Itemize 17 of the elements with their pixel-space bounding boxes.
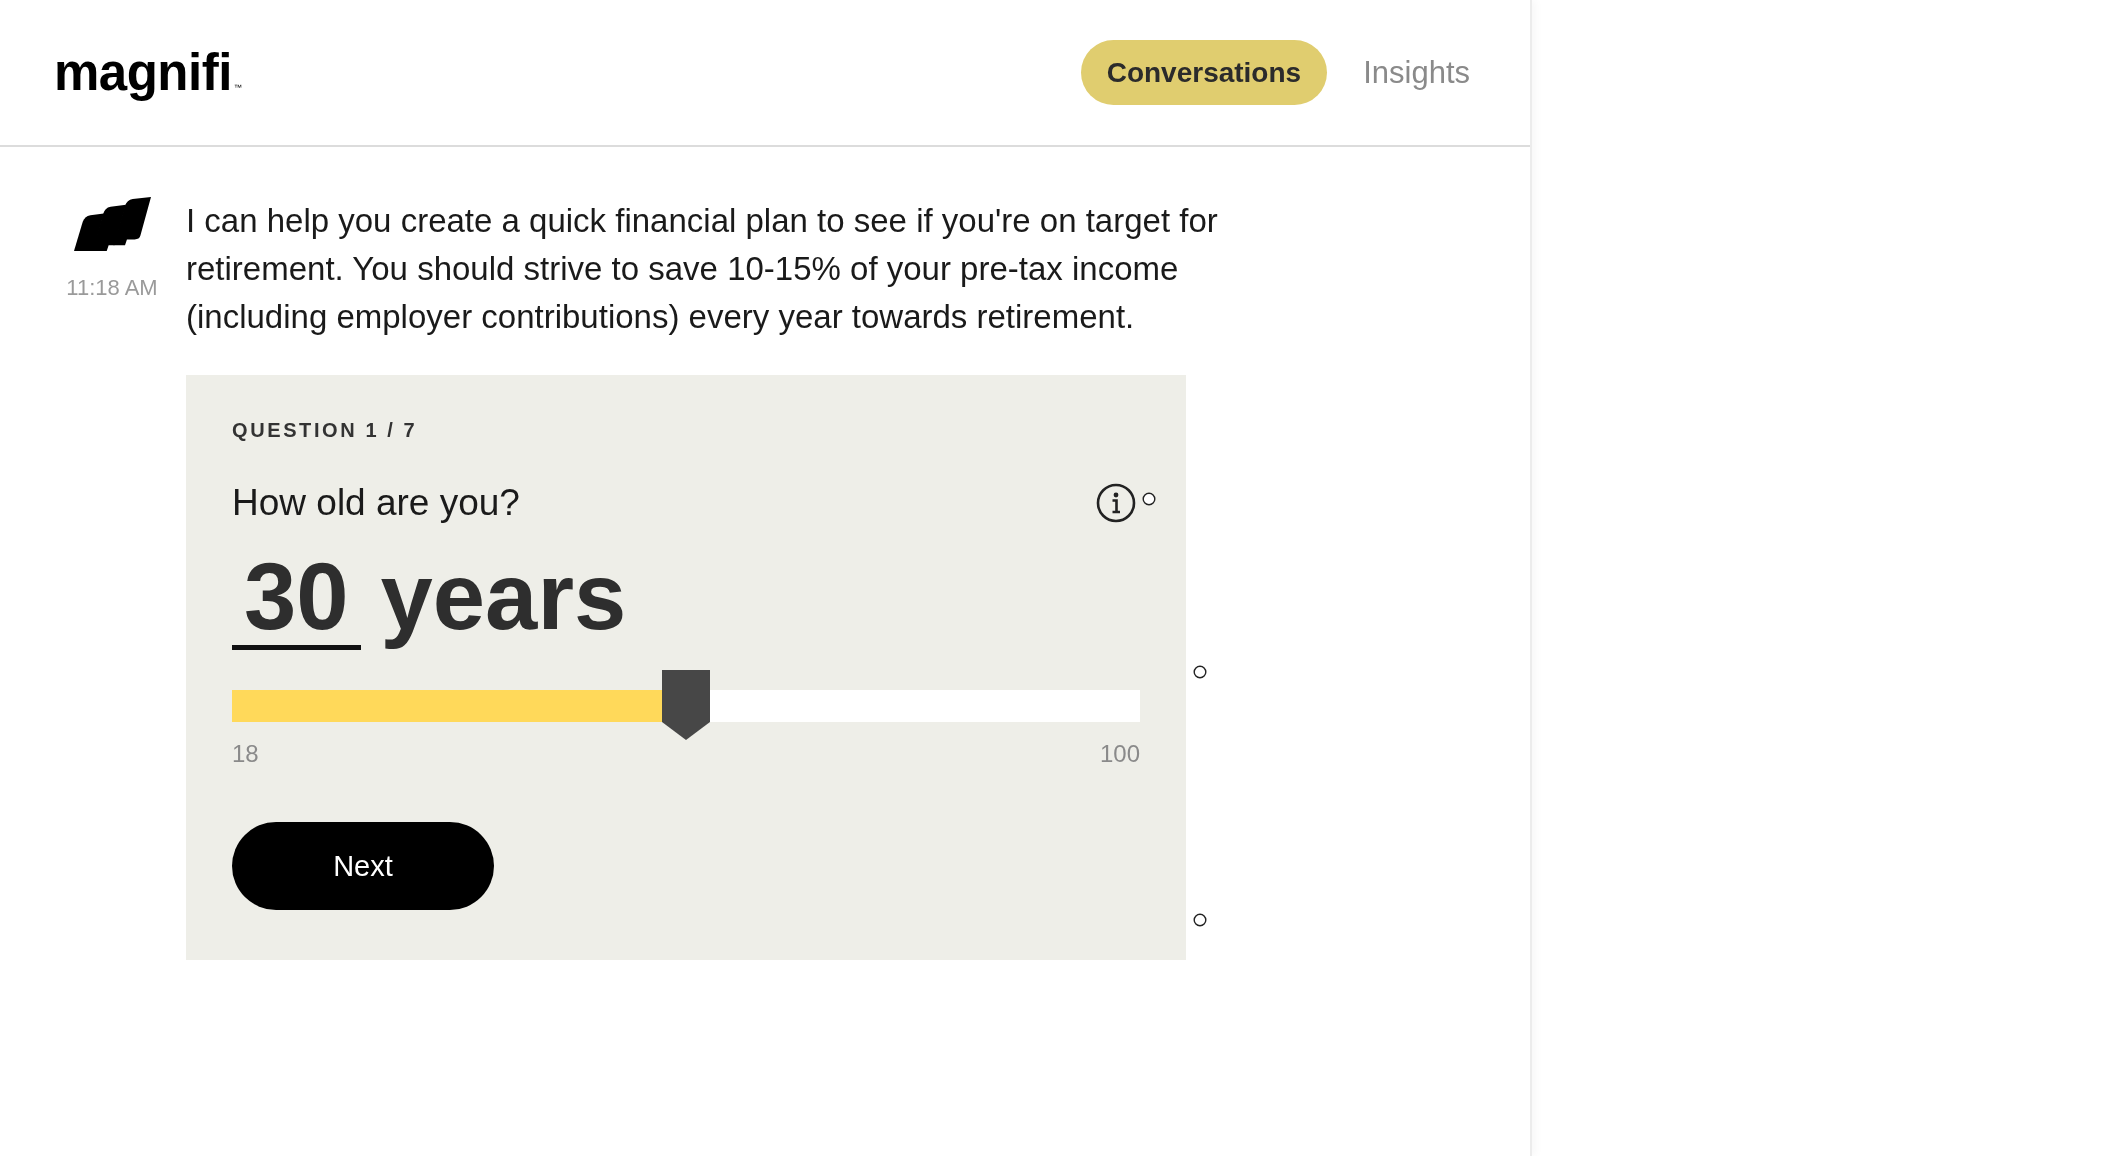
ring-icon (1142, 492, 1156, 506)
slider-max-label: 100 (1099, 740, 1140, 768)
info-icon[interactable] (1096, 483, 1136, 523)
nav-tab[interactable]: Conversations (1080, 40, 1328, 105)
logo-icon (73, 197, 151, 251)
trademark-mark: ™ (233, 83, 242, 92)
question-text: How old are you? (232, 481, 520, 525)
ring-icon (1193, 665, 1207, 679)
message-time: 11:18 AM (66, 275, 158, 301)
slider-min-label: 18 (232, 740, 259, 768)
slider-handle[interactable] (662, 670, 710, 740)
question-counter: QUESTION 1 / 7 (232, 418, 419, 443)
age-input[interactable]: 30 (232, 549, 361, 650)
message-text: I can help you create a quick financial plan to see if you're on target for retirement. You should strive to save 10-15% of your pre-tax income (including employer contributions) every year towards retirement. (186, 201, 1219, 337)
logo-wordmark: magnifi (54, 43, 232, 102)
ring-icon (1193, 913, 1207, 927)
next-button[interactable]: Next (232, 822, 494, 910)
